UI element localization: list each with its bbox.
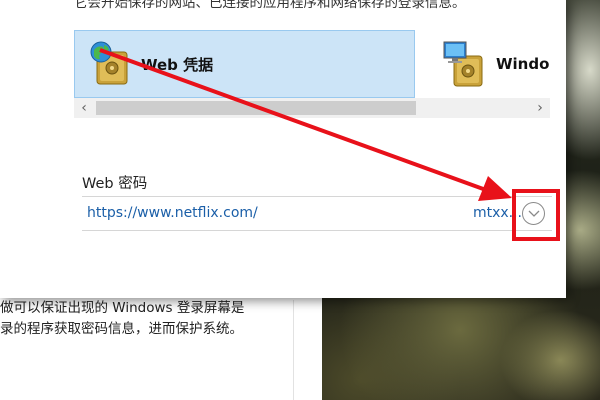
annotation-highlight-box — [512, 189, 560, 241]
tile-label: Windows — [496, 55, 550, 73]
intro-text: 它会开始保存的网站、已连接的应用程序和网络保存的登录信息。 — [74, 0, 466, 11]
divider — [82, 230, 552, 231]
computer-safe-icon — [442, 40, 490, 88]
entry-url: https://www.netflix.com/ — [87, 205, 258, 221]
scroll-left-button[interactable]: ‹ — [74, 98, 94, 118]
tile-windows-credentials[interactable]: Windows — [430, 30, 550, 98]
credential-type-strip: Web 凭据 Windows ‹ › — [74, 30, 550, 120]
description-line: 录的程序获取密码信息，进而保护系统。 — [0, 321, 243, 337]
credential-manager-window: 它会开始保存的网站、已连接的应用程序和网络保存的登录信息。 Web 凭据 Win… — [0, 0, 566, 298]
password-entry-row[interactable]: https://www.netflix.com/ mtxx... — [82, 197, 552, 230]
description-text: 做可以保证出现的 Windows 登录屏幕是 录的程序获取密码信息，进而保护系统… — [0, 298, 290, 340]
divider — [293, 300, 294, 400]
description-line: 做可以保证出现的 Windows 登录屏幕是 — [0, 300, 245, 316]
tile-web-credentials[interactable]: Web 凭据 — [74, 30, 415, 98]
scroll-thumb[interactable] — [96, 101, 416, 115]
scroll-right-button[interactable]: › — [530, 98, 550, 118]
web-passwords-heading: Web 密码 — [82, 176, 148, 192]
tile-label: Web 凭据 — [141, 55, 214, 74]
horizontal-scrollbar[interactable]: ‹ › — [74, 98, 550, 118]
globe-safe-icon — [87, 40, 135, 88]
